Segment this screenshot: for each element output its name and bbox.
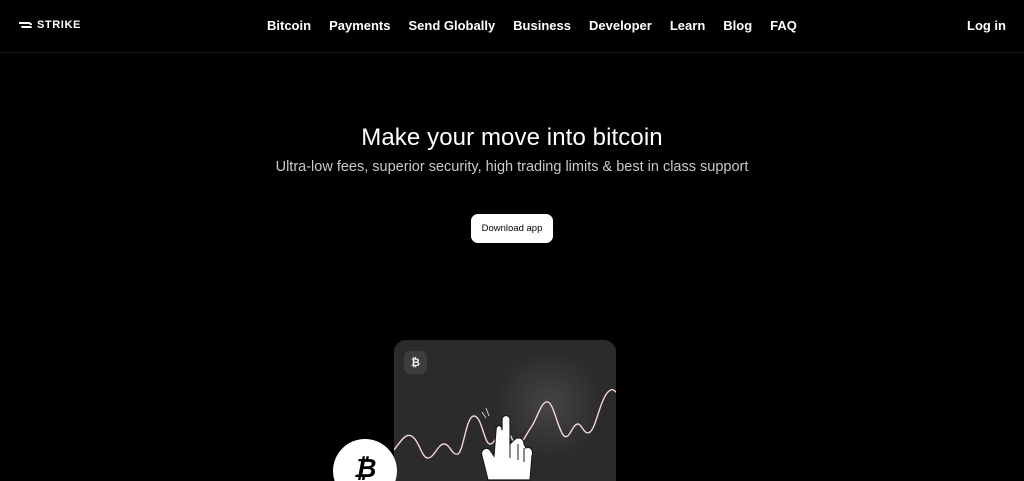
brand-name: STRIKE [37,19,81,31]
nav-item-payments[interactable]: Payments [329,17,390,35]
site-header: STRIKE Bitcoin Payments Send Globally Bu… [0,0,1024,53]
nav-item-faq[interactable]: FAQ [770,17,797,35]
nav-item-send-globally[interactable]: Send Globally [408,17,495,35]
hero-subtitle: Ultra-low fees, superior security, high … [275,159,749,175]
download-app-button[interactable]: Download app [471,214,553,243]
strike-logo-icon [19,20,33,30]
bitcoin-symbol: ₿ [353,453,377,481]
hero-title: Make your move into bitcoin [361,124,663,151]
login-link[interactable]: Log in [967,17,1006,35]
bitcoin-coin-icon: ₿ [333,439,397,481]
main-nav: Bitcoin Payments Send Globally Business … [267,17,815,35]
nav-item-bitcoin[interactable]: Bitcoin [267,17,311,35]
nav-item-blog[interactable]: Blog [723,17,752,35]
page: STRIKE Bitcoin Payments Send Globally Bu… [0,0,1024,481]
brand-logo[interactable]: STRIKE [19,17,81,33]
nav-item-learn[interactable]: Learn [670,17,705,35]
price-card-illustration: ₿ [394,340,616,481]
hand-pointer-icon [481,407,534,481]
nav-item-developer[interactable]: Developer [589,17,652,35]
nav-item-business[interactable]: Business [513,17,571,35]
